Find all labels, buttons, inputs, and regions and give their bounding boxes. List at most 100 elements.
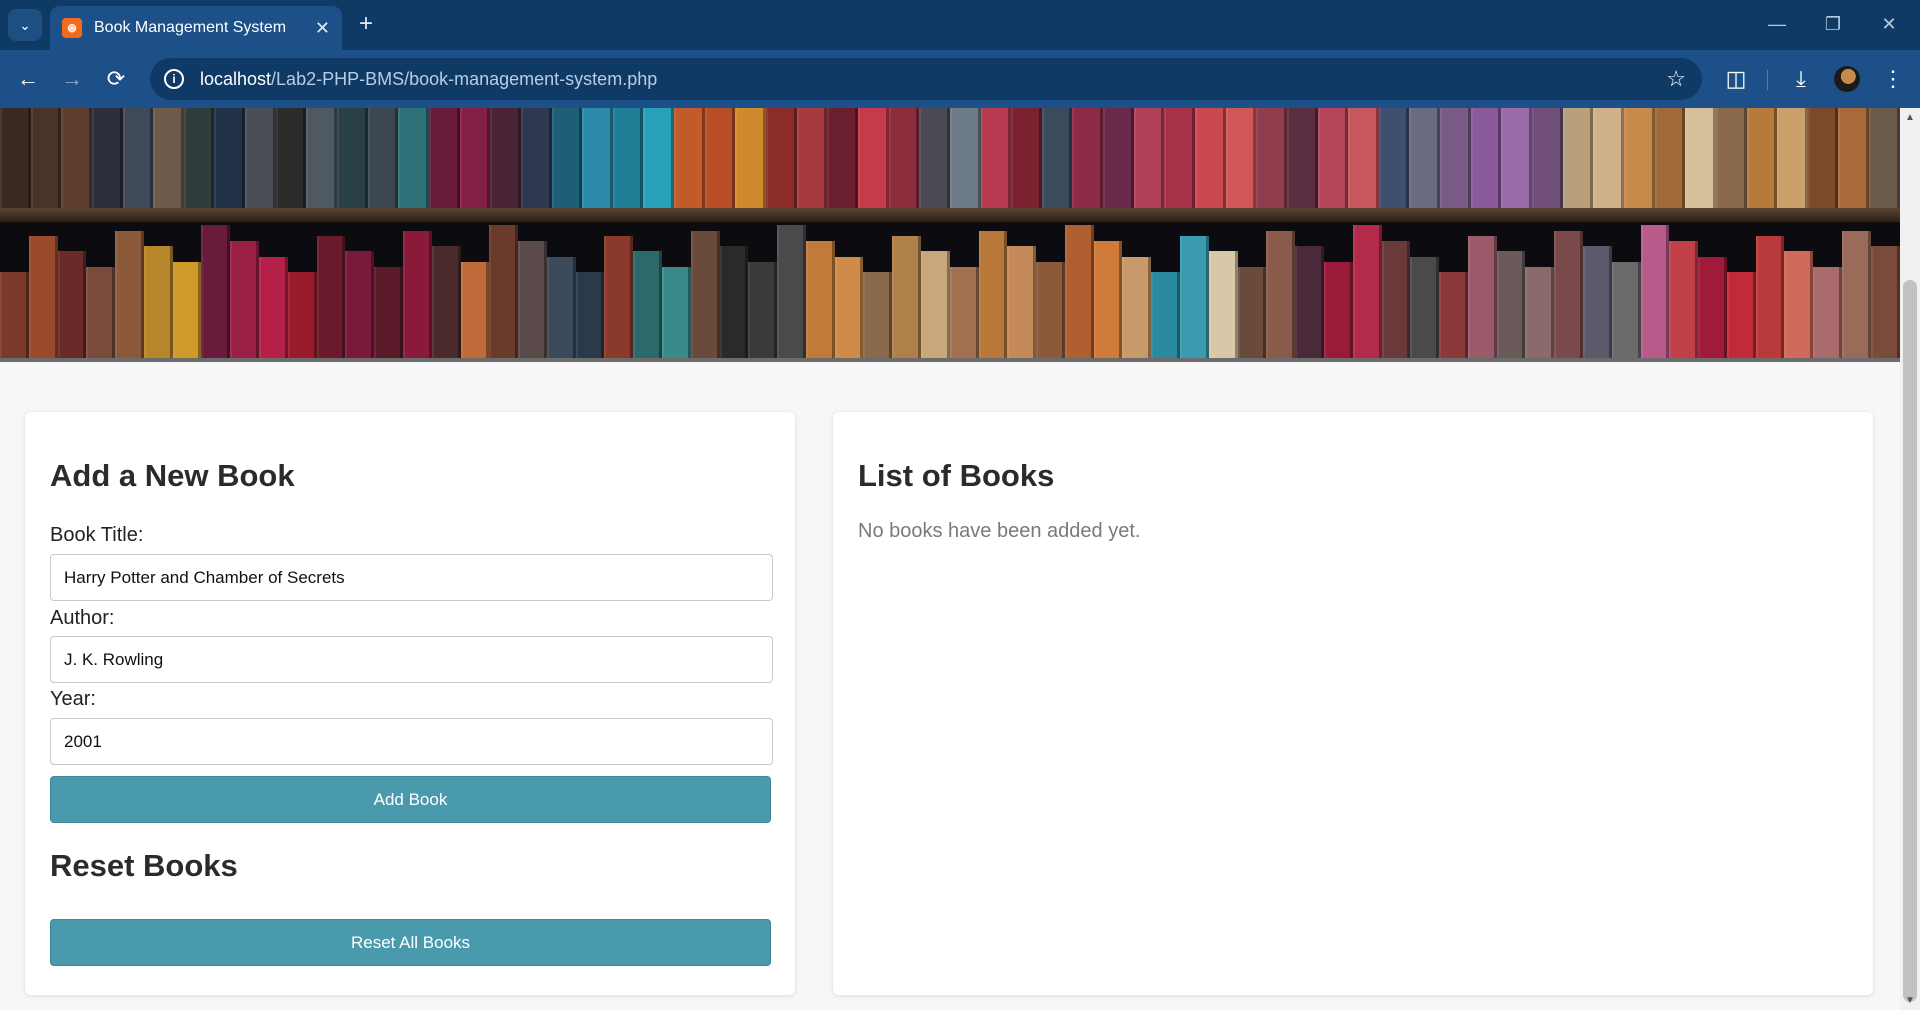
book-spine	[690, 230, 720, 358]
tab-close-icon[interactable]: ✕	[315, 18, 330, 39]
reset-all-books-button[interactable]: Reset All Books	[50, 919, 771, 966]
url-text: localhost/Lab2-PHP-BMS/book-management-s…	[200, 68, 658, 89]
book-spine	[1685, 108, 1716, 210]
book-spine	[1323, 261, 1353, 358]
book-spine	[1348, 108, 1379, 210]
book-spine	[1525, 267, 1555, 358]
scrollbar-thumb[interactable]	[1903, 280, 1917, 1002]
book-spine	[735, 108, 767, 210]
book-spine	[1439, 272, 1468, 358]
book-spine	[57, 251, 87, 358]
extensions-icon[interactable]: ◫	[1720, 63, 1752, 95]
book-spine	[1611, 261, 1641, 358]
profile-avatar[interactable]	[1834, 66, 1860, 92]
add-book-button[interactable]: Add Book	[50, 776, 771, 823]
book-spine	[1715, 108, 1747, 210]
book-spine	[661, 267, 691, 358]
bookshelf-banner	[0, 108, 1900, 362]
empty-list-message: No books have been added yet.	[858, 520, 1141, 542]
book-spine	[1784, 251, 1814, 358]
forward-icon[interactable]: →	[56, 63, 88, 95]
book-spine	[520, 108, 552, 210]
scroll-up-icon[interactable]: ▲	[1905, 112, 1915, 123]
book-spine	[1103, 108, 1134, 210]
year-input[interactable]: 2001	[50, 718, 773, 765]
book-spine	[1582, 246, 1612, 358]
xampp-favicon-icon: ⊛	[62, 18, 82, 38]
book-spine	[1208, 251, 1238, 358]
book-spine	[1869, 108, 1900, 210]
book-spine	[1654, 108, 1686, 210]
back-icon[interactable]: ←	[12, 63, 44, 95]
reload-icon[interactable]: ⟳	[100, 63, 132, 95]
book-spine	[919, 108, 950, 210]
book-spine	[1011, 108, 1042, 210]
book-spine	[1237, 267, 1267, 358]
book-spine	[1093, 240, 1123, 358]
book-spine	[1496, 251, 1526, 358]
toolbar-separator	[1767, 70, 1768, 90]
book-spine	[367, 108, 399, 210]
book-spine	[245, 108, 276, 210]
address-bar[interactable]: i localhost/Lab2-PHP-BMS/book-management…	[150, 58, 1702, 100]
bookmark-star-icon[interactable]: ☆	[1666, 66, 1686, 92]
book-spine	[1180, 235, 1209, 358]
book-spine	[674, 108, 705, 210]
book-spine	[575, 272, 605, 358]
book-spine	[604, 235, 634, 358]
book-spine	[980, 108, 1012, 210]
tab-search-icon[interactable]: ⌄	[8, 9, 42, 41]
book-spine	[1164, 108, 1195, 210]
page-scrollbar[interactable]: ▲ ▼	[1900, 108, 1920, 1010]
book-spine	[490, 108, 521, 210]
book-spine	[1562, 108, 1594, 210]
book-spine	[1470, 108, 1502, 210]
book-spine	[1669, 240, 1699, 358]
top-shelf	[0, 108, 1900, 210]
menu-icon[interactable]: ⋮	[1877, 63, 1909, 95]
book-spine	[1151, 272, 1181, 358]
book-spine	[1007, 246, 1037, 358]
book-spine	[1256, 108, 1287, 210]
book-spine	[1225, 108, 1257, 210]
book-spine	[1317, 108, 1349, 210]
book-spine	[1698, 256, 1727, 358]
book-spine	[1410, 256, 1440, 358]
book-spine	[1440, 108, 1471, 210]
book-spine	[1838, 108, 1870, 210]
book-spine	[459, 108, 491, 210]
minimize-icon[interactable]: —	[1754, 8, 1800, 40]
book-spine	[1746, 108, 1778, 210]
close-window-icon[interactable]: ✕	[1866, 8, 1912, 40]
book-spine	[1640, 225, 1670, 358]
book-spine	[143, 246, 173, 358]
site-info-icon[interactable]: i	[164, 69, 184, 89]
book-spine	[949, 108, 981, 210]
book-spine	[1842, 230, 1871, 358]
book-spine	[1072, 108, 1104, 210]
book-spine	[275, 108, 307, 210]
book-spine	[316, 235, 346, 358]
book-spine	[949, 267, 979, 358]
book-spine	[374, 267, 403, 358]
book-spine	[428, 108, 460, 210]
book-spine	[766, 108, 797, 210]
new-tab-icon[interactable]: +	[352, 10, 380, 38]
book-spine	[633, 251, 662, 358]
book-spine	[398, 108, 429, 210]
bottom-shelf	[0, 220, 1900, 358]
book-spine	[1813, 267, 1842, 358]
browser-toolbar: ← → ⟳ i localhost/Lab2-PHP-BMS/book-mana…	[0, 50, 1920, 108]
book-spine	[201, 225, 231, 358]
download-icon[interactable]: ⤓	[1785, 63, 1817, 95]
book-title-input[interactable]: Harry Potter and Chamber of Secrets	[50, 554, 773, 601]
restore-icon[interactable]: ❐	[1810, 8, 1856, 40]
browser-tab[interactable]: ⊛ Book Management System ✕	[50, 6, 342, 50]
author-input[interactable]: J. K. Rowling	[50, 636, 773, 683]
book-spine	[1064, 225, 1094, 358]
book-spine	[1501, 108, 1533, 210]
book-spine	[460, 261, 490, 358]
book-spine	[857, 108, 889, 210]
book-spine	[1041, 108, 1073, 210]
scroll-down-icon[interactable]: ▼	[1905, 995, 1915, 1006]
